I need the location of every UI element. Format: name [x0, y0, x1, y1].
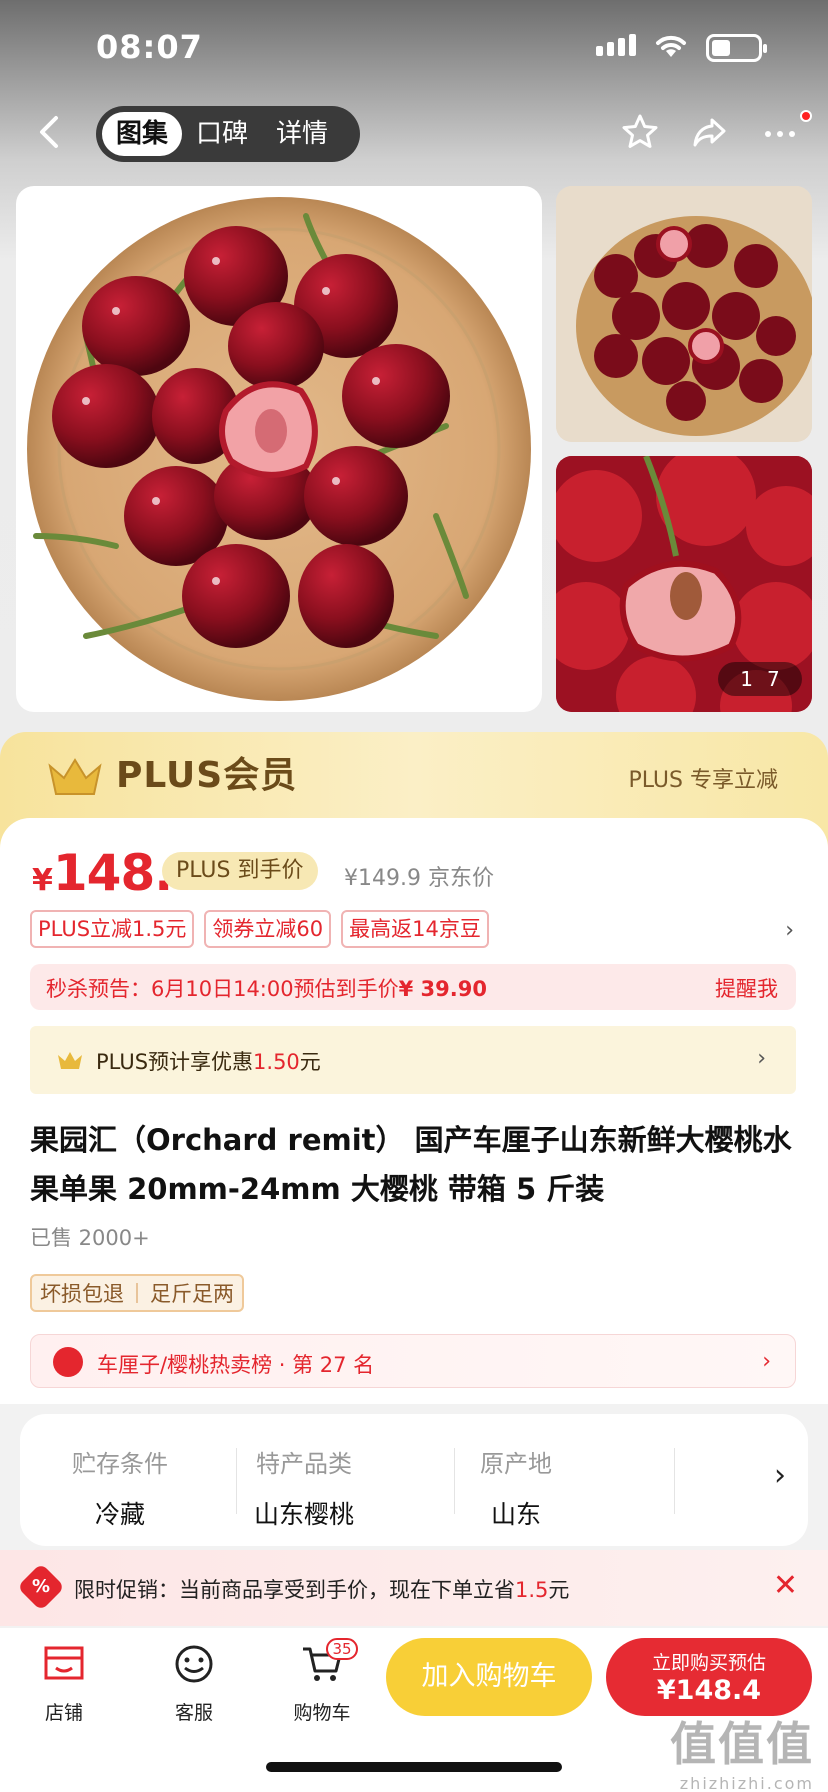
plus-exclusive-text: PLUS 专享立减 — [628, 768, 779, 793]
coupon-tag[interactable]: 领券立减60 — [204, 910, 332, 948]
flash-sale-desc: 预估到手价 — [293, 977, 399, 1001]
service-badges[interactable]: 坏损包退 足斤足两 — [30, 1274, 244, 1312]
plus-estimate-amount: 1.50 — [253, 1050, 300, 1074]
more-icon[interactable] — [760, 112, 800, 152]
promo-amount: 1.5 — [515, 1578, 549, 1602]
watermark-logo: 值值值 — [670, 1717, 814, 1771]
flash-sale-price: ¥ 39.90 — [398, 977, 487, 1001]
service-badge: 足斤足两 — [150, 1282, 234, 1306]
wifi-icon — [656, 35, 686, 57]
coupon-tag[interactable]: PLUS立减1.5元 — [30, 910, 195, 948]
flash-sale-notice: 秒杀预告：6月10日14:00预估到手价¥ 39.90 提醒我 — [30, 964, 796, 1010]
status-bar: 08:07 — [0, 0, 828, 96]
tab-details[interactable]: 详情 — [262, 112, 342, 156]
chevron-right-icon[interactable]: › — [785, 918, 794, 943]
gallery-thumb-1[interactable] — [556, 186, 812, 442]
promo-unit: 元 — [548, 1578, 570, 1602]
remind-me-button[interactable]: 提醒我 — [715, 973, 778, 1003]
back-icon[interactable] — [34, 114, 64, 150]
plus-estimate-unit: 元 — [299, 1050, 321, 1074]
spec-value: 山东 — [490, 1500, 541, 1529]
rank-icon — [53, 1347, 83, 1377]
tab-gallery[interactable]: 图集 — [102, 112, 183, 156]
close-icon[interactable]: ✕ — [773, 1568, 798, 1603]
crown-icon — [48, 758, 102, 795]
sold-count: 已售 2000+ — [30, 1226, 150, 1250]
promo-icon: % — [16, 1562, 66, 1612]
store-label: 店铺 — [44, 1702, 83, 1724]
gallery-main-image[interactable] — [16, 186, 542, 712]
store-button[interactable]: 店铺 — [14, 1644, 114, 1725]
cart-button[interactable]: 35 购物车 — [272, 1638, 372, 1725]
watermark: 值值值 zhizhizhi.com — [670, 1708, 814, 1792]
view-tabs: 图集 口碑 详情 — [96, 106, 360, 162]
share-icon[interactable] — [690, 112, 730, 152]
service-badge: 坏损包退 — [40, 1282, 124, 1306]
promo-text: 限时促销：当前商品享受到手价，现在下单立省1.5元 — [74, 1574, 569, 1604]
promo-banner: % 限时促销：当前商品享受到手价，现在下单立省1.5元 ✕ — [0, 1550, 828, 1626]
divider — [674, 1448, 675, 1514]
cherry-basket-image — [556, 186, 812, 442]
promo-message: 限时促销：当前商品享受到手价，现在下单立省 — [74, 1578, 515, 1602]
status-time: 08:07 — [96, 28, 203, 66]
buy-now-button[interactable]: 立即购买预估 ¥148.4 — [606, 1638, 812, 1716]
home-indicator — [266, 1762, 562, 1772]
crown-icon — [58, 1052, 82, 1069]
cart-label: 购物车 — [293, 1702, 351, 1724]
service-label: 客服 — [174, 1702, 213, 1724]
gallery-counter: 1 7 — [718, 662, 802, 696]
plus-estimate-row[interactable]: PLUS预计享优惠1.50元 › — [30, 1026, 796, 1094]
price-integer: 148. — [52, 844, 173, 902]
spec-item: 特产品类 山东樱桃 — [204, 1444, 404, 1531]
plus-price-tag: PLUS 到手价 — [162, 852, 318, 890]
plus-estimate-label: PLUS预计享优惠 — [96, 1050, 254, 1074]
coupon-tag[interactable]: 最高返14京豆 — [341, 910, 489, 948]
price-currency: ¥ — [32, 863, 53, 898]
gallery-current: 1 — [740, 667, 753, 691]
spec-key: 特产品类 — [256, 1450, 352, 1478]
rank-text: 车厘子/樱桃热卖榜 · 第 27 名 — [97, 1353, 375, 1377]
buy-now-price: ¥148.4 — [656, 1675, 762, 1706]
spec-panel[interactable]: 贮存条件 冷藏 特产品类 山东樱桃 原产地 山东 › — [20, 1414, 808, 1546]
chevron-right-icon: › — [762, 1349, 771, 1374]
nav-bar: 图集 口碑 详情 — [0, 100, 828, 164]
buy-now-label: 立即购买预估 — [651, 1652, 766, 1674]
original-price: ¥149.9 京东价 — [344, 866, 494, 891]
chevron-right-icon[interactable]: › — [774, 1458, 786, 1493]
spec-item: 原产地 山东 — [416, 1444, 616, 1531]
spec-key: 原产地 — [480, 1450, 552, 1478]
coupon-tags[interactable]: PLUS立减1.5元 领券立减60 最高返14京豆 — [30, 910, 489, 948]
notification-dot — [800, 110, 812, 122]
product-info-card: ¥ 148. 4 PLUS 到手价 ¥149.9 京东价 PLUS立减1.5元 … — [0, 818, 828, 1404]
plus-estimate-text: PLUS预计享优惠1.50元 — [96, 1046, 321, 1076]
spec-key: 贮存条件 — [72, 1450, 168, 1478]
service-icon — [175, 1645, 213, 1683]
flash-sale-label: 秒杀预告： — [46, 977, 151, 1001]
spec-value: 冷藏 — [94, 1500, 145, 1529]
spec-value: 山东樱桃 — [253, 1500, 354, 1529]
flash-sale-text: 秒杀预告：6月10日14:00预估到手价¥ 39.90 — [46, 973, 487, 1003]
plus-title: PLUS会员 — [116, 755, 298, 796]
cherry-plate-image — [27, 197, 531, 701]
customer-service-button[interactable]: 客服 — [144, 1644, 244, 1725]
signal-icon — [596, 34, 636, 56]
product-title: 果园汇（Orchard remit） 国产车厘子山东新鲜大樱桃水果单果 20mm… — [30, 1123, 792, 1206]
chevron-right-icon: › — [757, 1046, 766, 1071]
ranking-bar[interactable]: 车厘子/樱桃热卖榜 · 第 27 名 › — [30, 1334, 796, 1388]
store-icon — [44, 1646, 84, 1680]
watermark-url: zhizhizhi.com — [679, 1774, 814, 1792]
battery-icon — [706, 34, 767, 62]
add-to-cart-button[interactable]: 加入购物车 — [386, 1638, 592, 1716]
spec-item: 贮存条件 冷藏 — [20, 1444, 220, 1531]
flash-sale-time: 6月10日14:00 — [151, 977, 294, 1001]
divider — [136, 1283, 138, 1303]
star-icon[interactable] — [620, 112, 660, 152]
cart-count-badge: 35 — [326, 1638, 358, 1660]
tab-reviews[interactable]: 口碑 — [182, 112, 262, 156]
gallery-total: 7 — [767, 667, 780, 691]
